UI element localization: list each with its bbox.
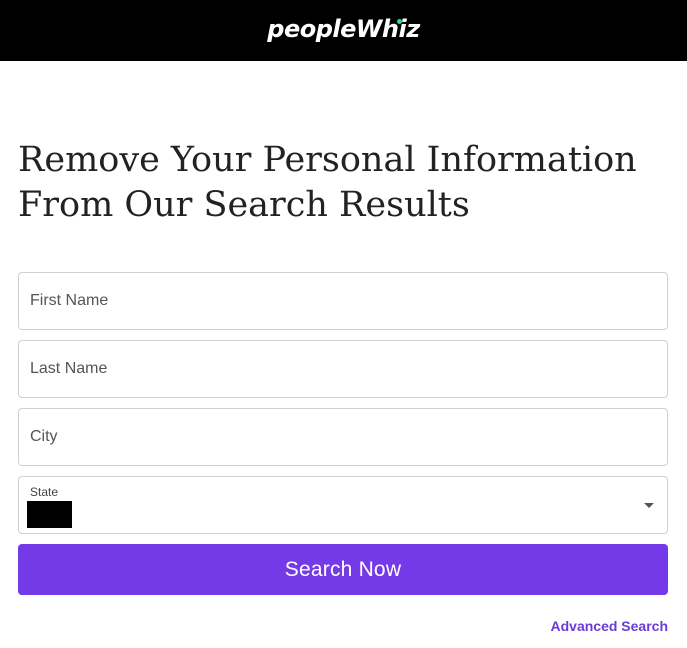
- peoplewhiz-logo[interactable]: peopleWhiz: [267, 15, 420, 43]
- logo-accent-dot: [396, 18, 402, 24]
- last-name-field[interactable]: [18, 340, 668, 398]
- first-name-input[interactable]: [19, 273, 667, 329]
- chevron-down-icon[interactable]: [644, 503, 654, 508]
- page-title: Remove Your Personal Information From Ou…: [18, 138, 678, 228]
- city-field[interactable]: [18, 408, 668, 466]
- first-name-field[interactable]: [18, 272, 668, 330]
- state-label: State: [30, 485, 59, 499]
- page-title-line-1: Remove Your Personal Information: [18, 140, 637, 180]
- search-now-button[interactable]: Search Now: [18, 544, 668, 595]
- state-select[interactable]: State: [18, 476, 668, 534]
- page-title-line-2: From Our Search Results: [18, 185, 470, 225]
- state-selected-value-redacted: [27, 501, 72, 528]
- city-input[interactable]: [19, 409, 667, 465]
- top-header: peopleWhiz: [0, 0, 687, 61]
- last-name-input[interactable]: [19, 341, 667, 397]
- advanced-search-link[interactable]: Advanced Search: [551, 618, 669, 634]
